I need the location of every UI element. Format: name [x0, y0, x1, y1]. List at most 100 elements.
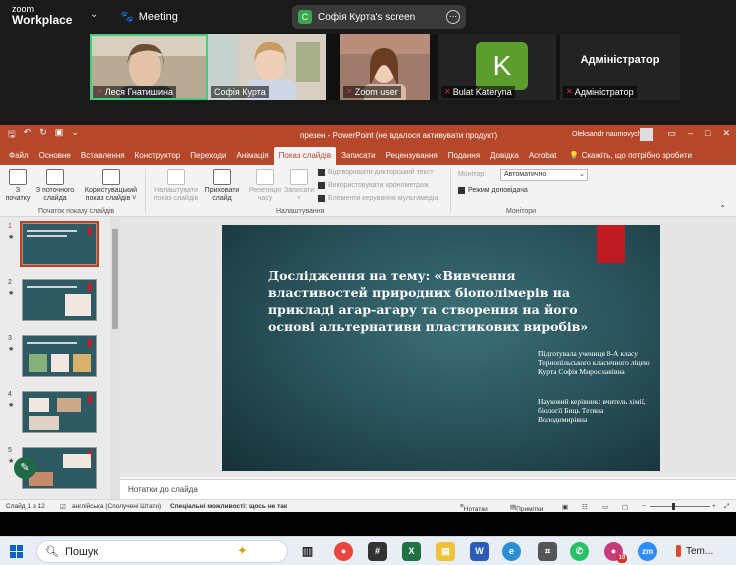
reading-view-icon[interactable]: ▭: [602, 503, 608, 511]
slide-number: 1: [8, 223, 12, 230]
redo-icon[interactable]: ↻: [39, 127, 47, 143]
tab-acrobat[interactable]: Acrobat: [524, 147, 562, 165]
normal-view-icon[interactable]: ▣: [562, 503, 568, 511]
slide-title[interactable]: Дослідження на тему: «Вивчення властивос…: [268, 267, 618, 335]
tab-slideshow[interactable]: Показ слайдів: [273, 147, 337, 165]
tab-view[interactable]: Подання: [443, 147, 485, 165]
record-button[interactable]: Записати ˅: [284, 169, 314, 203]
tab-animations[interactable]: Анімація: [231, 147, 273, 165]
accessibility-status[interactable]: Спеціальні можливості: щось не так: [170, 503, 287, 510]
mic-muted-icon: ✕: [96, 87, 103, 96]
close-icon[interactable]: ✕: [722, 128, 730, 139]
user-name[interactable]: Oleksandr naumovych: [572, 131, 642, 138]
participant-name: Софія Курта: [214, 87, 266, 97]
weather-widget[interactable]: Tem...: [686, 546, 713, 557]
star-icon: ★: [8, 458, 15, 465]
participant-tile[interactable]: Софія Курта: [208, 34, 326, 100]
file-explorer-icon[interactable]: ▤: [436, 542, 455, 561]
taskbar-search[interactable]: 🔍︎ Пошук ✦: [36, 540, 288, 563]
zoom-in-icon[interactable]: +: [712, 503, 716, 510]
custom-show-icon: [102, 169, 120, 185]
star-icon: ★: [8, 234, 15, 241]
word-icon[interactable]: W: [470, 542, 489, 561]
minimize-icon[interactable]: –: [688, 128, 693, 139]
use-timings-checkbox[interactable]: Використовувати хронометраж: [318, 182, 429, 189]
fit-window-icon[interactable]: ⤢: [724, 503, 729, 511]
slideshow-view-icon[interactable]: ▢: [622, 503, 628, 511]
app-icon[interactable]: #: [368, 542, 387, 561]
notes-button[interactable]: ≡ Нотатки: [460, 503, 488, 513]
whatsapp-icon[interactable]: ✆: [570, 542, 589, 561]
save-icon[interactable]: 🖫: [8, 127, 16, 143]
powerpoint-window: 🖫 ↶ ↻ ▣ ⌄ презен - PowerPoint (не вдалос…: [0, 125, 736, 513]
slide-author[interactable]: Підготувала учениця 8-А класу Тернопільс…: [538, 349, 653, 376]
slide-thumbnail[interactable]: [22, 279, 97, 321]
play-narrations-checkbox[interactable]: Відтворювати дикторський текст: [318, 169, 434, 176]
collapse-ribbon-icon[interactable]: ⌃: [719, 204, 726, 213]
tab-record[interactable]: Записати: [336, 147, 381, 165]
slide-supervisor[interactable]: Науковий керівник: вчитель хімії, біолог…: [538, 397, 653, 424]
maximize-icon[interactable]: □: [705, 128, 710, 139]
setup-slideshow-button[interactable]: Налаштувати показ слайдів: [148, 169, 204, 203]
chevron-down-icon[interactable]: ⌄: [90, 9, 98, 20]
tab-home[interactable]: Основне: [34, 147, 76, 165]
edge-icon[interactable]: e: [502, 542, 521, 561]
custom-show-button[interactable]: Користувацький показ слайдів ˅: [80, 169, 142, 203]
zoom-app-icon[interactable]: zm: [638, 542, 657, 561]
thumbnail-scrollbar[interactable]: [110, 217, 120, 499]
record-icon: [290, 169, 308, 185]
undo-icon[interactable]: ↶: [24, 127, 32, 143]
meeting-menu[interactable]: 🐾 Meeting: [120, 10, 178, 24]
notes-pane[interactable]: Нотатки до слайда: [120, 479, 736, 499]
sorter-view-icon[interactable]: ☷: [582, 503, 588, 511]
calculator-icon[interactable]: ⌗: [538, 542, 557, 561]
ribbon-tabs: Файл Основне Вставлення Конструктор Пере…: [0, 145, 736, 165]
task-view-icon[interactable]: ▥: [298, 542, 317, 561]
tab-transitions[interactable]: Переходи: [185, 147, 231, 165]
from-current-button[interactable]: З поточного слайда: [32, 169, 78, 203]
presenter-view-checkbox[interactable]: Режим доповідача: [458, 187, 528, 194]
zoom-logo[interactable]: zoom Workplace: [12, 4, 72, 26]
more-options-icon[interactable]: ⋯: [446, 10, 460, 24]
ribbon-options-icon[interactable]: ▭: [667, 128, 676, 139]
excel-icon[interactable]: X: [402, 542, 421, 561]
slide-thumbnail[interactable]: [22, 391, 97, 433]
from-beginning-button[interactable]: З початку: [4, 169, 32, 203]
quick-access-icon[interactable]: ▣: [55, 127, 64, 143]
window-title: презен - PowerPoint (не вдалося активува…: [300, 131, 498, 140]
current-slide[interactable]: Дослідження на тему: «Вивчення властивос…: [222, 225, 660, 471]
slide-thumbnail[interactable]: [22, 335, 97, 377]
zoom-out-icon[interactable]: −: [642, 503, 646, 510]
tab-design[interactable]: Конструктор: [130, 147, 186, 165]
slide-thumbnails-pane: 1 ★ 2 ★ 3 ★ 4 ★ 5 ★: [0, 217, 110, 499]
avatar[interactable]: [640, 128, 653, 141]
app-icon[interactable]: ● 10: [604, 542, 627, 563]
participant-name: Zoom user: [354, 87, 398, 97]
spellcheck-icon[interactable]: ☑: [60, 503, 66, 511]
participant-tile[interactable]: ✕ Zoom user: [340, 34, 430, 100]
screen-share-pill[interactable]: C Софія Курта's screen ⋯: [292, 5, 466, 29]
tab-insert[interactable]: Вставлення: [76, 147, 130, 165]
tab-file[interactable]: Файл: [4, 147, 34, 165]
windows-start-icon[interactable]: [10, 545, 23, 558]
monitor-select[interactable]: Автоматично ⌄: [500, 169, 588, 181]
tab-review[interactable]: Рецензування: [381, 147, 443, 165]
monitor-label: Монітор:: [458, 171, 487, 178]
participant-tile[interactable]: K ✕ Bulat Kateryna: [438, 34, 556, 100]
zoom-slider[interactable]: [650, 503, 710, 510]
media-controls-checkbox[interactable]: Елементи керування мультимедіа: [318, 195, 438, 202]
star-icon: ★: [8, 402, 15, 409]
edit-icon[interactable]: ✎: [14, 457, 36, 479]
participant-tile[interactable]: ✕ Леся Гнатишина: [90, 34, 208, 100]
participants-strip: ✕Леся Гнатишина Софія Курта ✕Zoom user: [90, 34, 680, 100]
tell-me-search[interactable]: 💡 Скажіть, що потрібно зробити: [561, 147, 697, 165]
chrome-icon[interactable]: ●: [334, 542, 353, 561]
customize-qat-icon[interactable]: ⌄: [71, 127, 79, 143]
participant-tile[interactable]: Адміністратор ✕ Адміністратор: [560, 34, 680, 100]
rehearse-timings-button[interactable]: Репетиція часу: [248, 169, 282, 203]
language-status[interactable]: англійська (Сполучені Штати): [72, 503, 161, 510]
hide-slide-button[interactable]: Приховати слайд: [204, 169, 240, 203]
tab-help[interactable]: Довідка: [485, 147, 524, 165]
slide-thumbnail[interactable]: [20, 221, 99, 267]
comments-button[interactable]: ▤ Примітки: [510, 503, 543, 513]
